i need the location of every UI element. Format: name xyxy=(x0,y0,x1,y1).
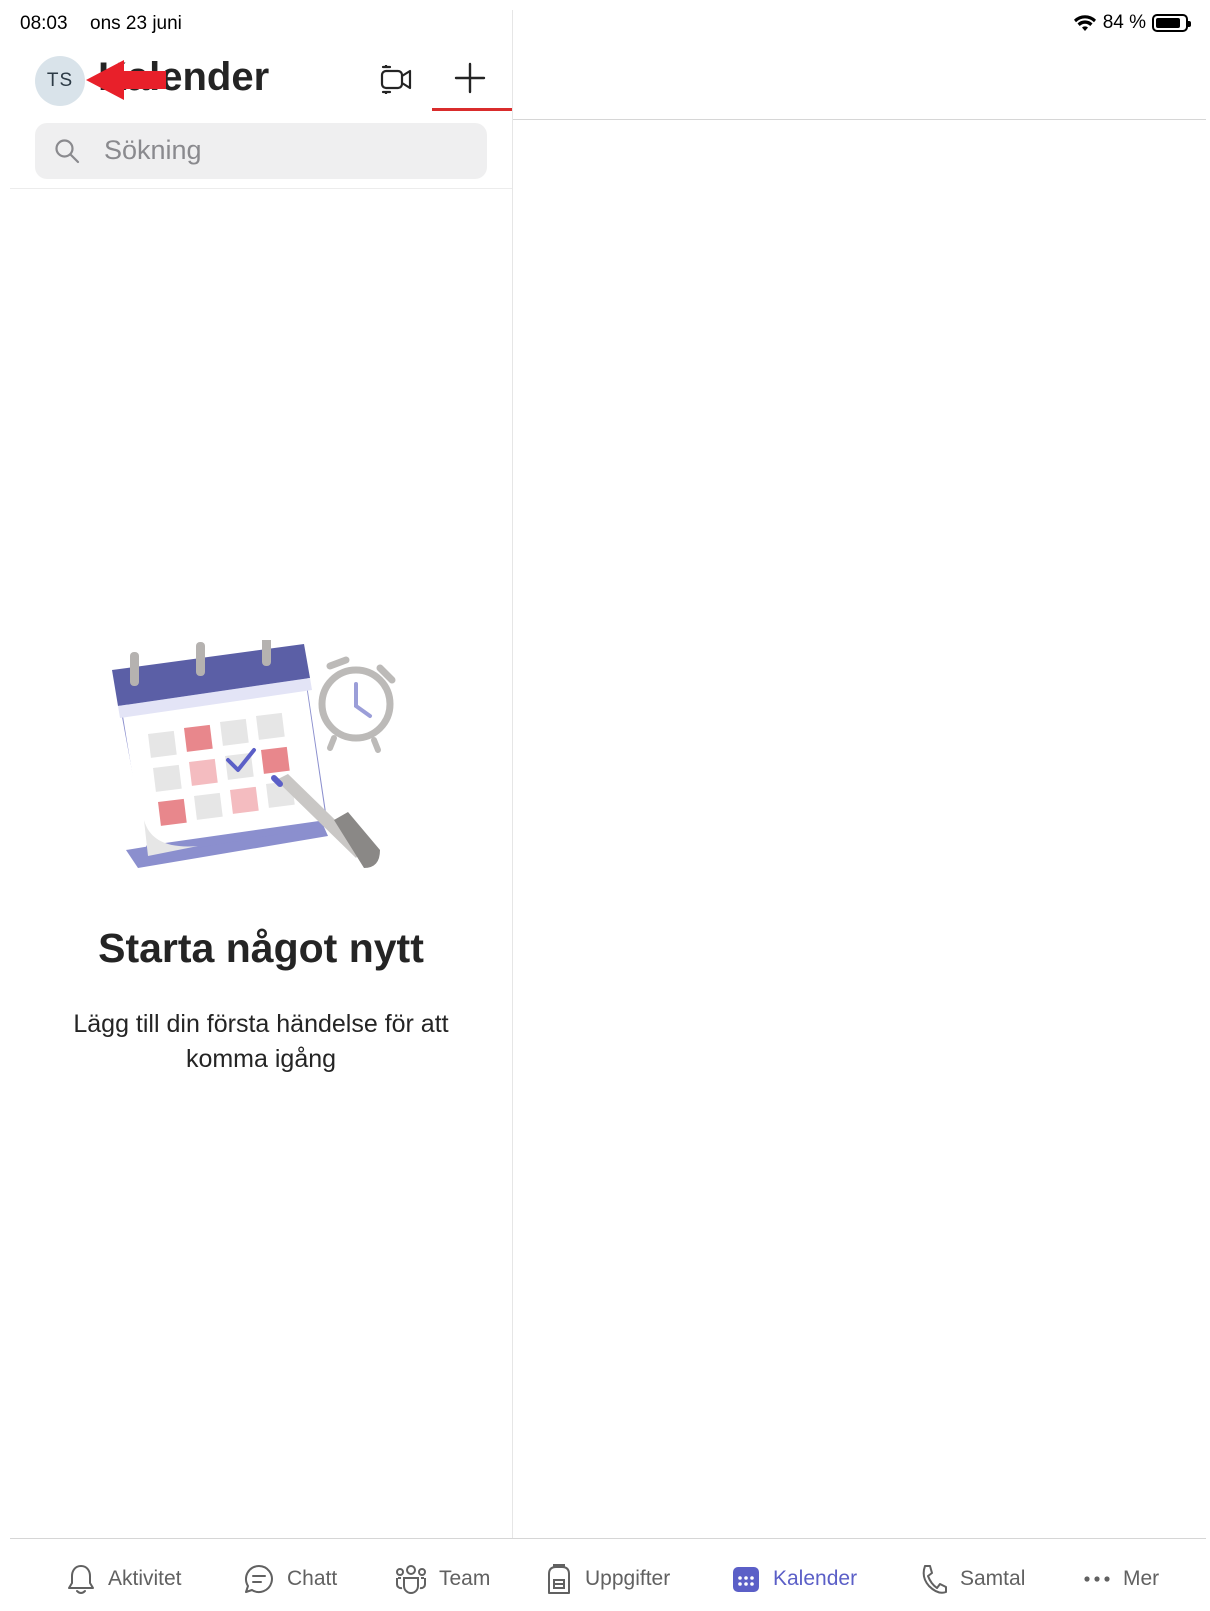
tab-team[interactable]: Team xyxy=(395,1560,490,1598)
tab-mer[interactable]: Mer xyxy=(1083,1560,1159,1598)
tasks-icon xyxy=(548,1564,570,1594)
tab-aktivitet[interactable]: Aktivitet xyxy=(66,1560,182,1598)
battery-percent: 84 % xyxy=(1102,12,1146,33)
empty-state-subtitle: Lägg till din första händelse för att ko… xyxy=(73,1010,449,1073)
status-indicators: 84 % xyxy=(1073,12,1191,34)
tab-label: Kalender xyxy=(773,1567,858,1590)
tabbar-divider xyxy=(10,1538,1206,1539)
wifi-icon xyxy=(1073,15,1096,31)
search-icon xyxy=(55,139,80,164)
tab-kalender[interactable]: Kalender xyxy=(731,1560,857,1598)
battery-icon xyxy=(1152,14,1191,32)
tab-samtal[interactable]: Samtal xyxy=(918,1560,1025,1598)
meet-now-icon[interactable] xyxy=(380,62,414,96)
tab-label: Uppgifter xyxy=(585,1567,671,1590)
annotation-underline xyxy=(432,108,512,111)
annotation-arrow-icon xyxy=(86,60,166,100)
tab-label: Mer xyxy=(1123,1567,1160,1590)
empty-state-title: Starta något nytt xyxy=(98,925,424,971)
add-event-icon[interactable] xyxy=(452,60,488,96)
tab-label: Team xyxy=(439,1567,491,1590)
tab-chatt[interactable]: Chatt xyxy=(243,1560,337,1598)
tab-label: Aktivitet xyxy=(108,1567,182,1590)
list-header-divider xyxy=(10,188,512,189)
tab-label: Chatt xyxy=(287,1567,338,1590)
status-time: 08:03 xyxy=(20,13,68,34)
split-divider xyxy=(512,10,513,1538)
more-icon xyxy=(1084,1576,1110,1582)
phone-icon xyxy=(922,1565,947,1594)
search-placeholder: Sökning xyxy=(104,135,202,165)
calendar-illustration-icon xyxy=(112,640,396,868)
bell-icon xyxy=(68,1565,94,1594)
chat-icon xyxy=(244,1564,273,1593)
detail-header-divider xyxy=(513,119,1206,120)
tab-uppgifter[interactable]: Uppgifter xyxy=(545,1560,670,1598)
tab-label: Samtal xyxy=(960,1567,1026,1590)
status-date: ons 23 juni xyxy=(90,13,182,34)
avatar[interactable]: TS xyxy=(35,56,85,106)
calendar-icon xyxy=(733,1567,759,1592)
search-input[interactable] xyxy=(35,123,487,179)
team-icon xyxy=(396,1565,426,1594)
